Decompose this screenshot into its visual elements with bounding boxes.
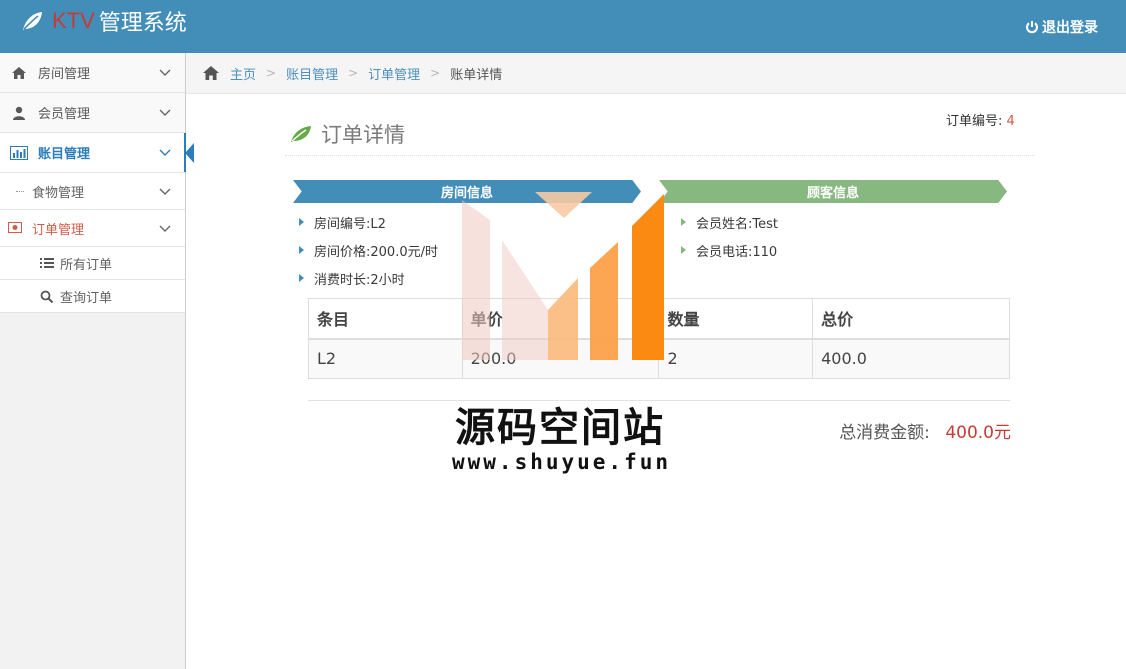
sidebar-item-members[interactable]: 会员管理 [0, 93, 185, 133]
breadcrumb-separator: > [266, 66, 277, 80]
leaf-icon [291, 126, 311, 142]
sidebar-item-label: 房间管理 [38, 67, 91, 82]
guest-info-list: 会员姓名:Test 会员电话:110 [681, 208, 778, 264]
table-cell: L2 [308, 338, 463, 379]
top-navbar: KTV 管理系统 退出登录 [0, 0, 1126, 53]
sidebar-subitem-food[interactable]: 食物管理 [0, 173, 185, 210]
caret-right-icon [681, 218, 686, 226]
watermark-logo [462, 192, 664, 360]
list-item: 房间编号:L2 [299, 208, 438, 236]
room-number: 房间编号:L2 [314, 216, 386, 232]
breadcrumb-home[interactable]: 主页 [230, 64, 256, 83]
sidebar: 房间管理 会员管理 账目管理 食物管理 订单管理 所有订单 查询订单 [0, 53, 194, 669]
sidebar-subsubitem-all-orders[interactable]: 所有订单 [0, 247, 185, 280]
search-icon [40, 290, 54, 303]
breadcrumb: 主页 > 账目管理 > 订单管理 > 账单详情 [186, 53, 1126, 94]
list-item: 消费时长:2小时 [299, 264, 438, 292]
chevron-down-icon [159, 225, 171, 232]
room-info-list: 房间编号:L2 房间价格:200.0元/时 消费时长:2小时 [299, 208, 438, 292]
usage-duration: 消费时长:2小时 [314, 272, 405, 288]
sidebar-subsubitem-query-orders[interactable]: 查询订单 [0, 280, 185, 313]
caret-right-icon [299, 274, 304, 282]
logout-label: 退出登录 [1042, 20, 1098, 36]
breadcrumb-accounts[interactable]: 账目管理 [286, 64, 338, 83]
column-header: 条目 [308, 298, 463, 340]
list-icon [40, 257, 54, 269]
table-cell: 2 [658, 338, 814, 379]
member-name: 会员姓名:Test [696, 216, 778, 232]
bar-chart-icon [10, 145, 28, 161]
guest-info-ribbon: 顾客信息 [659, 180, 1007, 203]
column-header: 数量 [658, 298, 814, 340]
caret-right-icon [299, 218, 304, 226]
home-icon [10, 65, 28, 81]
sidebar-subitem-label: 食物管理 [32, 185, 85, 201]
money-icon [8, 222, 22, 237]
watermark-url: www.shuyue.fun [452, 450, 672, 474]
list-item: 会员姓名:Test [681, 208, 778, 236]
brand-title: 管理系统 [98, 11, 187, 36]
watermark-title: 源码空间站 [455, 405, 665, 451]
sidebar-subitem-orders[interactable]: 订单管理 [0, 210, 185, 247]
caret-right-icon [681, 246, 686, 254]
total-amount: 总消费金额: 400.0元 [839, 418, 1011, 443]
logout-button[interactable]: 退出登录 [1025, 17, 1098, 37]
member-phone: 会员电话:110 [696, 244, 778, 260]
sidebar-subsubitem-label: 所有订单 [60, 257, 113, 273]
breadcrumb-separator: > [430, 66, 441, 80]
table-cell: 400.0 [812, 338, 1010, 379]
total-value: 400.0元 [945, 423, 1011, 443]
user-icon [10, 105, 28, 121]
sidebar-item-label: 会员管理 [38, 107, 91, 122]
chevron-down-icon [159, 69, 171, 76]
page-title: 订单详情 [321, 123, 405, 147]
breadcrumb-current: 账单详情 [450, 67, 503, 83]
list-item: 房间价格:200.0元/时 [299, 236, 438, 264]
chevron-down-icon [159, 109, 171, 116]
leaf-icon [23, 12, 42, 30]
tree-line [16, 191, 24, 192]
total-label: 总消费金额: [839, 423, 930, 443]
brand-ktv: KTV [52, 8, 95, 33]
chevron-down-icon [159, 188, 171, 195]
breadcrumb-orders[interactable]: 订单管理 [368, 64, 420, 83]
page-header: 订单详情 [285, 113, 1035, 156]
list-item: 会员电话:110 [681, 236, 778, 264]
breadcrumb-separator: > [348, 66, 359, 80]
sidebar-subsubitem-label: 查询订单 [60, 290, 113, 306]
power-icon [1026, 21, 1038, 34]
chevron-down-icon [159, 149, 171, 156]
caret-right-icon [299, 246, 304, 254]
home-icon [203, 66, 219, 80]
room-price: 房间价格:200.0元/时 [314, 244, 438, 260]
brand[interactable]: KTV 管理系统 [20, 6, 187, 36]
sidebar-menu: 房间管理 会员管理 账目管理 食物管理 订单管理 所有订单 查询订单 [0, 53, 194, 313]
sidebar-item-rooms[interactable]: 房间管理 [0, 53, 185, 93]
sidebar-subitem-label: 订单管理 [32, 222, 85, 238]
sidebar-item-label: 账目管理 [38, 147, 91, 162]
active-indicator [185, 143, 194, 163]
sidebar-item-accounts[interactable]: 账目管理 [0, 133, 194, 173]
column-header: 总价 [812, 298, 1010, 340]
